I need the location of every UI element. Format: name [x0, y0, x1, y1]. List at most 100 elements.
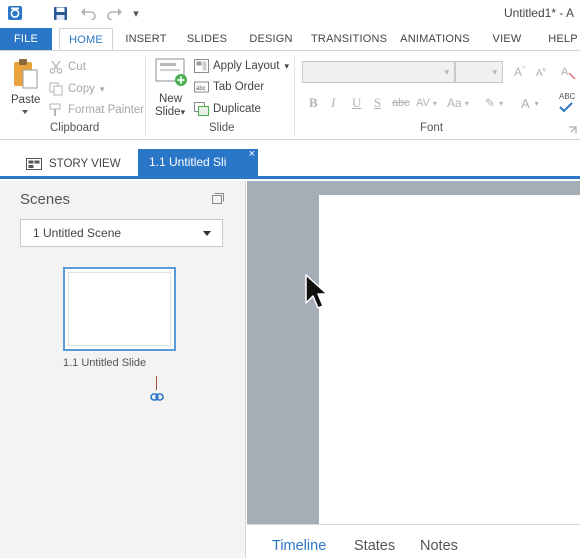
apply-layout-label: Apply Layout [213, 60, 280, 72]
cut-button[interactable]: Cut [48, 57, 86, 77]
document-tab-bar: STORY VIEW 1.1 Untitled Sli × [0, 141, 580, 179]
paste-icon [14, 59, 38, 89]
character-spacing-button[interactable]: AV ▾ [416, 94, 437, 112]
font-name-dropdown-icon: ▾ [444, 67, 449, 77]
tab-slides[interactable]: SLIDES [184, 28, 230, 51]
tab-order-label: Tab Order [213, 81, 265, 93]
tab-states[interactable]: States [354, 538, 395, 554]
underline-button[interactable]: U [352, 94, 361, 112]
tab-transitions[interactable]: TRANSITIONS [311, 28, 387, 51]
tab-animations[interactable]: ANIMATIONS [398, 28, 472, 51]
tab-file[interactable]: FILE [0, 28, 52, 51]
spelling-button[interactable]: ABC [559, 93, 579, 113]
link-icon[interactable] [150, 391, 164, 401]
tab-home[interactable]: HOME [59, 28, 113, 52]
new-slide-icon [155, 58, 187, 86]
mouse-cursor-icon [305, 274, 328, 309]
text-shadow-button[interactable]: S [374, 94, 381, 112]
apply-layout-button[interactable]: Apply Layout ▾ [193, 56, 289, 76]
slide-thumbnail-preview [68, 272, 171, 346]
new-slide-dropdown-icon: ▾ [180, 107, 186, 117]
change-case-button[interactable]: Aa ▾ [447, 94, 469, 112]
scissors-icon [48, 59, 64, 75]
clear-formatting-icon: A [561, 66, 576, 80]
character-spacing-dropdown-icon: ▾ [432, 98, 437, 108]
font-color-label: A [521, 95, 530, 111]
duplicate-button[interactable]: Duplicate [193, 99, 261, 119]
tab-notes[interactable]: Notes [420, 538, 458, 554]
scene-selector-dropdown[interactable]: 1 Untitled Scene [20, 219, 223, 247]
tab-timeline[interactable]: Timeline [272, 538, 326, 554]
highlight-button[interactable]: ✎ ▾ [485, 94, 503, 112]
format-painter-button[interactable]: Format Painter [48, 100, 144, 120]
float-panel-icon [212, 193, 224, 204]
bottom-panel: Timeline States Notes [247, 524, 580, 558]
format-painter-icon [48, 102, 64, 118]
paste-button[interactable]: Paste [8, 58, 44, 120]
tab-order-button[interactable]: abc Tab Order [193, 77, 264, 97]
tab-help[interactable]: HELP [546, 28, 580, 51]
story-view-icon [26, 158, 42, 170]
story-view-tab[interactable]: STORY VIEW [26, 155, 121, 173]
close-icon[interactable]: × [249, 149, 255, 168]
font-group-label: Font [420, 122, 444, 134]
font-dialog-launcher[interactable] [568, 124, 577, 134]
title-bar: ▾ Untitled1* - A [0, 0, 580, 28]
app-logo-icon[interactable] [6, 4, 24, 22]
tab-active-slide[interactable]: 1.1 Untitled Sli × [138, 149, 258, 176]
bold-button[interactable]: B [309, 94, 318, 112]
svg-text:abc: abc [196, 86, 206, 92]
strikethrough-button[interactable]: abc [392, 94, 410, 112]
shrink-font-icon: Av [536, 67, 547, 80]
tab-design[interactable]: DESIGN [244, 28, 298, 51]
slide-canvas[interactable] [319, 195, 580, 524]
group-divider [294, 57, 295, 135]
clear-formatting-button[interactable]: A [560, 63, 576, 80]
story-view-label: STORY VIEW [49, 158, 121, 170]
slide-thumbnail-label: 1.1 Untitled Slide [63, 357, 147, 369]
group-divider [145, 57, 146, 135]
slide-stage [247, 181, 580, 524]
ribbon-home: Paste Cut Copy ▾ Format Painter Clipboar… [0, 50, 580, 140]
font-color-button[interactable]: A ▾ [521, 94, 539, 112]
float-panel-button[interactable] [212, 193, 224, 204]
customize-qat-dropdown[interactable]: ▾ [127, 4, 145, 22]
font-size-dropdown-icon: ▾ [492, 67, 497, 77]
apply-layout-dropdown-icon: ▾ [284, 60, 290, 71]
tab-insert[interactable]: INSERT [122, 28, 170, 51]
copy-dropdown-icon: ▾ [99, 83, 105, 94]
duplicate-label: Duplicate [213, 103, 261, 115]
grow-font-button[interactable]: A^ [514, 65, 525, 79]
chevron-down-icon [203, 231, 211, 236]
highlight-dropdown-icon: ▾ [499, 98, 504, 108]
undo-icon[interactable] [79, 4, 97, 22]
italic-button[interactable]: I [331, 94, 335, 112]
font-name-dropdown[interactable]: ▾ [302, 61, 455, 83]
new-slide-label: New [159, 93, 183, 105]
shrink-font-button[interactable]: Av [536, 67, 546, 79]
copy-button[interactable]: Copy ▾ [48, 79, 104, 99]
active-slide-tab-label: 1.1 Untitled Sli [149, 155, 227, 169]
redo-icon[interactable] [106, 4, 124, 22]
new-slide-label-text: Slide [155, 106, 181, 118]
clipboard-group-label: Clipboard [50, 122, 100, 134]
new-slide-button[interactable]: New Slide▾ [153, 57, 191, 123]
scenes-title: Scenes [20, 191, 71, 208]
slide-link-connector [156, 376, 157, 390]
checkmark-icon [559, 102, 573, 113]
character-spacing-label: AV [416, 97, 430, 109]
svg-text:A: A [561, 66, 569, 78]
duplicate-icon [193, 101, 209, 117]
paste-label: Paste [11, 94, 41, 106]
slide-group-label: Slide [209, 122, 235, 134]
tab-view[interactable]: VIEW [488, 28, 526, 51]
slide-thumbnail[interactable] [63, 267, 176, 351]
new-slide-label-2: Slide▾ [155, 106, 185, 118]
font-size-dropdown[interactable]: ▾ [455, 61, 503, 83]
change-case-dropdown-icon: ▾ [464, 98, 469, 108]
font-color-dropdown-icon: ▾ [534, 98, 539, 108]
save-icon[interactable] [51, 4, 69, 22]
dialog-launcher-icon [569, 126, 577, 134]
copy-icon [48, 81, 64, 97]
paste-dropdown-icon [22, 110, 28, 114]
